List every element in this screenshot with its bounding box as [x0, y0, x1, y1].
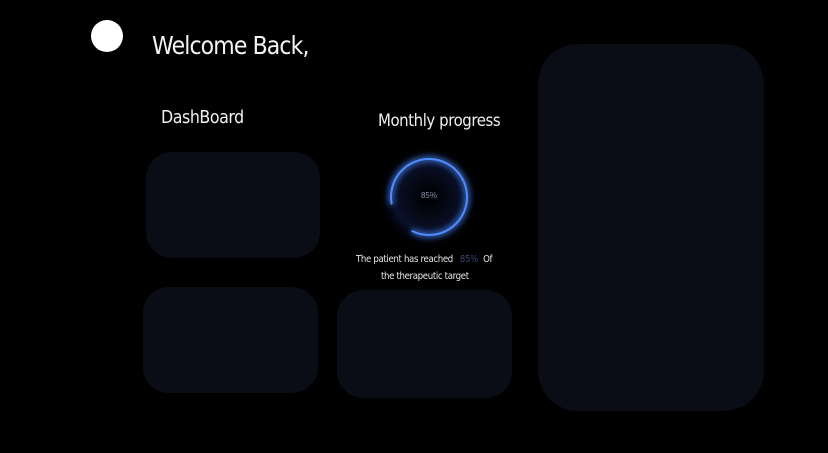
ring-percent-label: 85%: [420, 191, 437, 200]
dashboard-card-1[interactable]: [146, 152, 320, 258]
dashboard-card-2[interactable]: [143, 287, 318, 393]
avatar[interactable]: [91, 20, 123, 52]
welcome-heading: Welcome Back,: [152, 31, 309, 60]
monthly-progress-title: Monthly progress: [378, 111, 501, 131]
caption-prefix: The patient has reached: [356, 254, 453, 265]
side-panel[interactable]: [538, 44, 764, 411]
dashboard-page: Welcome Back, DashBoard Monthly progress: [0, 0, 828, 453]
dashboard-title: DashBoard: [161, 107, 244, 128]
caption-value: 85%: [459, 254, 478, 265]
progress-ring: 85%: [378, 147, 480, 247]
caption-suffix: Of: [483, 254, 493, 265]
dashboard-card-3[interactable]: [337, 290, 512, 398]
progress-caption-line1: The patient has reached 85% Of: [356, 254, 493, 265]
progress-caption-line2: the therapeutic target: [381, 271, 469, 282]
